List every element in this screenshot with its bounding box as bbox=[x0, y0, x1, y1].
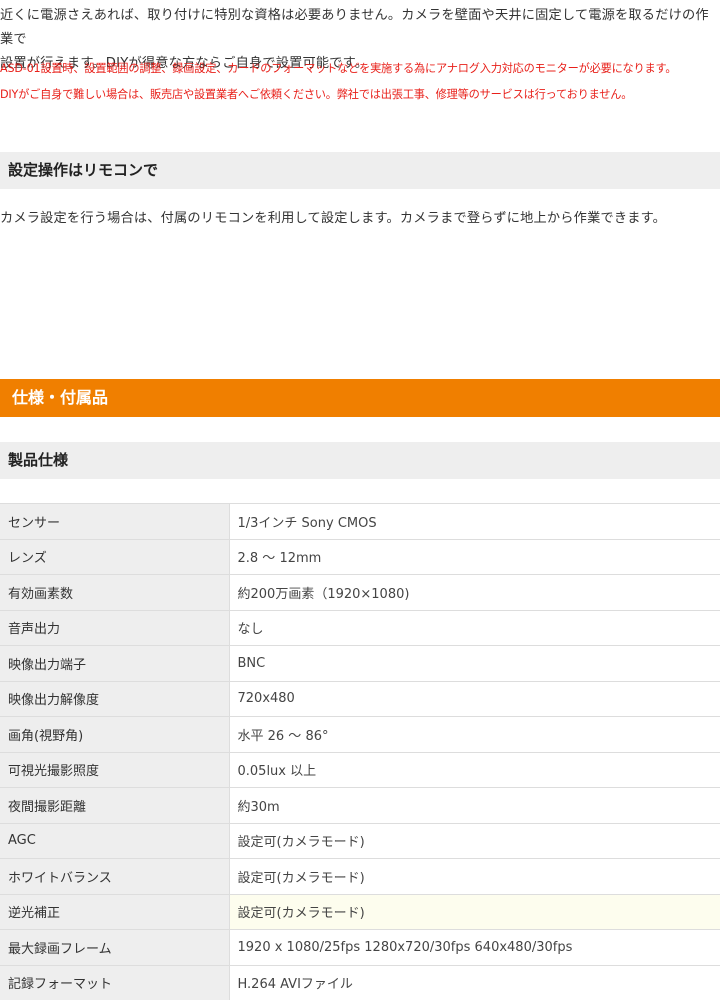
table-row: 夜間撮影距離 約30m bbox=[0, 787, 720, 824]
table-row: 映像出力端子 BNC bbox=[0, 645, 720, 682]
spec-label: 最大録画フレーム bbox=[0, 929, 230, 966]
spec-value: 720x480 bbox=[229, 680, 720, 717]
spec-label: 音声出力 bbox=[0, 609, 230, 646]
warning-diy-service: DIYがご自身で難しい場合は、販売店や設置業者へご依頼ください。弊社では出張工事… bbox=[0, 88, 633, 101]
spec-label: 逆光補正 bbox=[0, 893, 230, 930]
spec-value: 0.05lux 以上 bbox=[229, 751, 720, 788]
spec-value: 設定可(カメラモード) bbox=[229, 822, 720, 859]
spec-value: 2.8 ～ 12mm bbox=[229, 538, 720, 575]
table-row: 最大録画フレーム 1920 x 1080/25fps 1280x720/30fp… bbox=[0, 929, 720, 966]
spec-value: 約200万画素（1920×1080) bbox=[229, 574, 720, 611]
table-row: AGC 設定可(カメラモード) bbox=[0, 822, 720, 859]
spec-table: センサー 1/3インチ Sony CMOS レンズ 2.8 ～ 12mm 有効画… bbox=[0, 503, 720, 1000]
spec-label: 記録フォーマット bbox=[0, 964, 230, 1000]
spec-section-title: 仕様・付属品 bbox=[0, 379, 720, 417]
spec-value: 約30m bbox=[229, 787, 720, 824]
spec-value: 設定可(カメラモード) bbox=[229, 893, 720, 930]
spec-value: 水平 26 ～ 86° bbox=[229, 716, 720, 753]
spec-value: なし bbox=[229, 609, 720, 646]
table-row: センサー 1/3インチ Sony CMOS bbox=[0, 503, 720, 540]
table-row: レンズ 2.8 ～ 12mm bbox=[0, 538, 720, 575]
spec-label: 画角(視野角) bbox=[0, 716, 230, 753]
spec-label: 映像出力端子 bbox=[0, 645, 230, 682]
spec-value: 1920 x 1080/25fps 1280x720/30fps 640x480… bbox=[229, 929, 720, 966]
spec-value: H.264 AVIファイル bbox=[229, 964, 720, 1000]
intro-line-1: 近くに電源さえあれば、取り付けに特別な資格は必要ありません。カメラを壁面や天井に… bbox=[0, 8, 709, 47]
spec-label: レンズ bbox=[0, 538, 230, 575]
remote-section-body: カメラ設定を行う場合は、付属のリモコンを利用して設定します。カメラまで登らずに地… bbox=[0, 211, 667, 226]
spec-label: 夜間撮影距離 bbox=[0, 787, 230, 824]
table-row: 音声出力 なし bbox=[0, 609, 720, 646]
spec-value: BNC bbox=[229, 645, 720, 682]
spec-subheading: 製品仕様 bbox=[0, 442, 720, 479]
spec-label: 有効画素数 bbox=[0, 574, 230, 611]
table-row: 記録フォーマット H.264 AVIファイル bbox=[0, 964, 720, 1000]
table-row: 可視光撮影照度 0.05lux 以上 bbox=[0, 751, 720, 788]
spec-label: 映像出力解像度 bbox=[0, 680, 230, 717]
spec-value: 設定可(カメラモード) bbox=[229, 858, 720, 895]
table-row: 有効画素数 約200万画素（1920×1080) bbox=[0, 574, 720, 611]
table-row: ホワイトバランス 設定可(カメラモード) bbox=[0, 858, 720, 895]
table-row: 画角(視野角) 水平 26 ～ 86° bbox=[0, 716, 720, 753]
spec-label: ホワイトバランス bbox=[0, 858, 230, 895]
warning-monitor-required: ASD-01設置時、設置範囲の調整、録画設定、カードのフォーマットなどを実施する… bbox=[0, 62, 677, 75]
spec-label: AGC bbox=[0, 822, 230, 859]
spec-label: センサー bbox=[0, 503, 230, 540]
table-row: 逆光補正 設定可(カメラモード) bbox=[0, 893, 720, 930]
spec-value: 1/3インチ Sony CMOS bbox=[229, 503, 720, 540]
remote-section-heading: 設定操作はリモコンで bbox=[0, 152, 720, 189]
product-page: 近くに電源さえあれば、取り付けに特別な資格は必要ありません。カメラを壁面や天井に… bbox=[0, 0, 720, 1000]
spec-label: 可視光撮影照度 bbox=[0, 751, 230, 788]
table-row: 映像出力解像度 720x480 bbox=[0, 680, 720, 717]
